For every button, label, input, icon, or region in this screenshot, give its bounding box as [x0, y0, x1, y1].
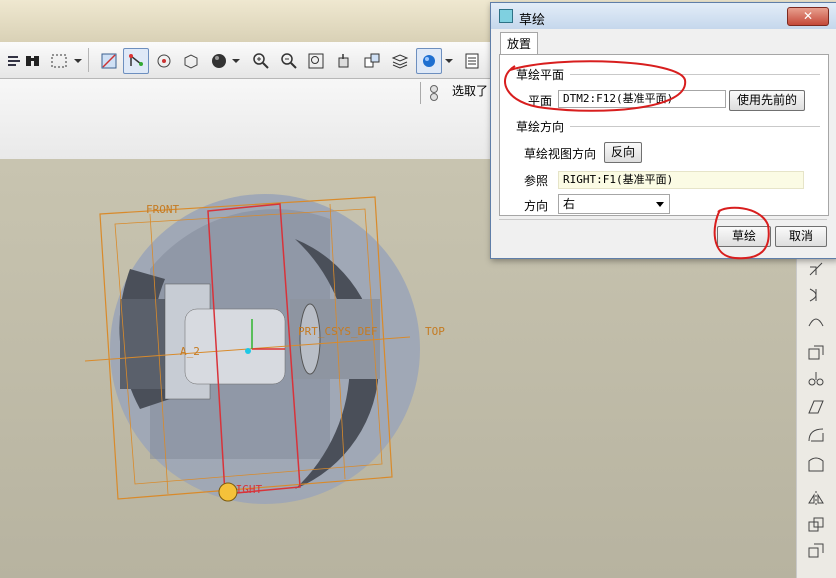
label-axis: A_2	[180, 345, 200, 358]
pattern-feature-icon[interactable]	[802, 365, 830, 393]
appearance-dropdown-icon[interactable]	[441, 48, 457, 74]
select-box-icon[interactable]	[46, 48, 72, 74]
chevron-down-icon	[656, 202, 664, 207]
smart-filter-icon[interactable]	[428, 83, 440, 103]
spin-center-icon[interactable]	[151, 48, 177, 74]
sketch-feature-icon[interactable]	[802, 255, 830, 283]
dialog-title: 草绘	[519, 13, 546, 28]
datum-display-icon[interactable]	[96, 48, 122, 74]
placement-panel: 草绘平面 平面 DTM2:F12(基准平面) 使用先前的 草绘方向 草绘视图方向…	[499, 54, 829, 216]
shell-feature-icon[interactable]	[802, 451, 830, 479]
merge-feature-icon[interactable]	[802, 511, 830, 539]
label-top: TOP	[425, 325, 445, 338]
model-shaft-end	[299, 303, 321, 375]
layers-icon[interactable]	[387, 48, 413, 74]
hole-feature-icon[interactable]	[802, 339, 830, 367]
selection-status-label: 选取了	[452, 84, 489, 98]
zoom-out-icon[interactable]	[276, 48, 302, 74]
appearance-icon[interactable]	[416, 48, 442, 74]
plane-label: 平面	[528, 94, 553, 108]
orientation-value: 右	[563, 197, 576, 211]
reorient-icon[interactable]	[331, 48, 357, 74]
tab-placement[interactable]: 放置	[500, 32, 538, 55]
group-divider	[570, 126, 820, 127]
select-dropdown-icon[interactable]	[70, 48, 86, 74]
wireframe-icon[interactable]	[178, 48, 204, 74]
close-button[interactable]: ✕	[787, 7, 829, 26]
sketch-plane-group-title: 草绘平面	[516, 68, 565, 82]
cancel-button[interactable]: 取消	[775, 226, 827, 247]
reference-label: 参照	[524, 174, 549, 188]
sketch-orientation-group-title: 草绘方向	[516, 120, 565, 134]
footer-divider	[499, 219, 827, 220]
refit-icon[interactable]	[303, 48, 329, 74]
round-feature-icon[interactable]	[802, 421, 830, 449]
plane-field[interactable]: DTM2:F12(基准平面)	[558, 90, 726, 108]
toolbar-divider	[88, 48, 89, 72]
reference-field[interactable]: RIGHT:F1(基准平面)	[558, 171, 804, 189]
model-shaft	[184, 308, 286, 385]
sketch-dialog-icon	[499, 9, 513, 23]
revolve-feature-icon[interactable]	[802, 281, 830, 309]
use-previous-button[interactable]: 使用先前的	[729, 90, 805, 111]
sketch-dialog: 草绘 ✕ 放置 草绘平面 平面 DTM2:F12(基准平面) 使用先前的 草绘方…	[490, 2, 836, 259]
pointer-marker	[218, 482, 238, 502]
csys-origin	[245, 348, 251, 354]
label-front: FRONT	[146, 203, 179, 216]
dialog-title-bar[interactable]: 草绘 ✕	[491, 3, 836, 29]
shading-dropdown-icon[interactable]	[228, 48, 244, 74]
flip-button[interactable]: 反向	[604, 142, 642, 163]
saved-views-icon[interactable]	[359, 48, 385, 74]
zoom-in-icon[interactable]	[248, 48, 274, 74]
orientation-label: 方向	[524, 199, 549, 213]
sketch-tool-icon[interactable]	[123, 48, 149, 74]
label-csys: PRT_CSYS_DEF	[298, 325, 377, 338]
group-divider	[570, 74, 820, 75]
binoculars-icon[interactable]	[20, 48, 46, 74]
sketch-button[interactable]: 草绘	[717, 226, 771, 247]
mirror-feature-icon[interactable]	[802, 485, 830, 513]
draft-feature-icon[interactable]	[802, 393, 830, 421]
model-tree-icon[interactable]	[459, 48, 485, 74]
sweep-feature-icon[interactable]	[802, 307, 830, 335]
orientation-select[interactable]: 右	[558, 194, 670, 214]
trim-feature-icon[interactable]	[802, 537, 830, 565]
view-direction-label: 草绘视图方向	[524, 147, 597, 161]
filter-divider	[420, 82, 421, 104]
